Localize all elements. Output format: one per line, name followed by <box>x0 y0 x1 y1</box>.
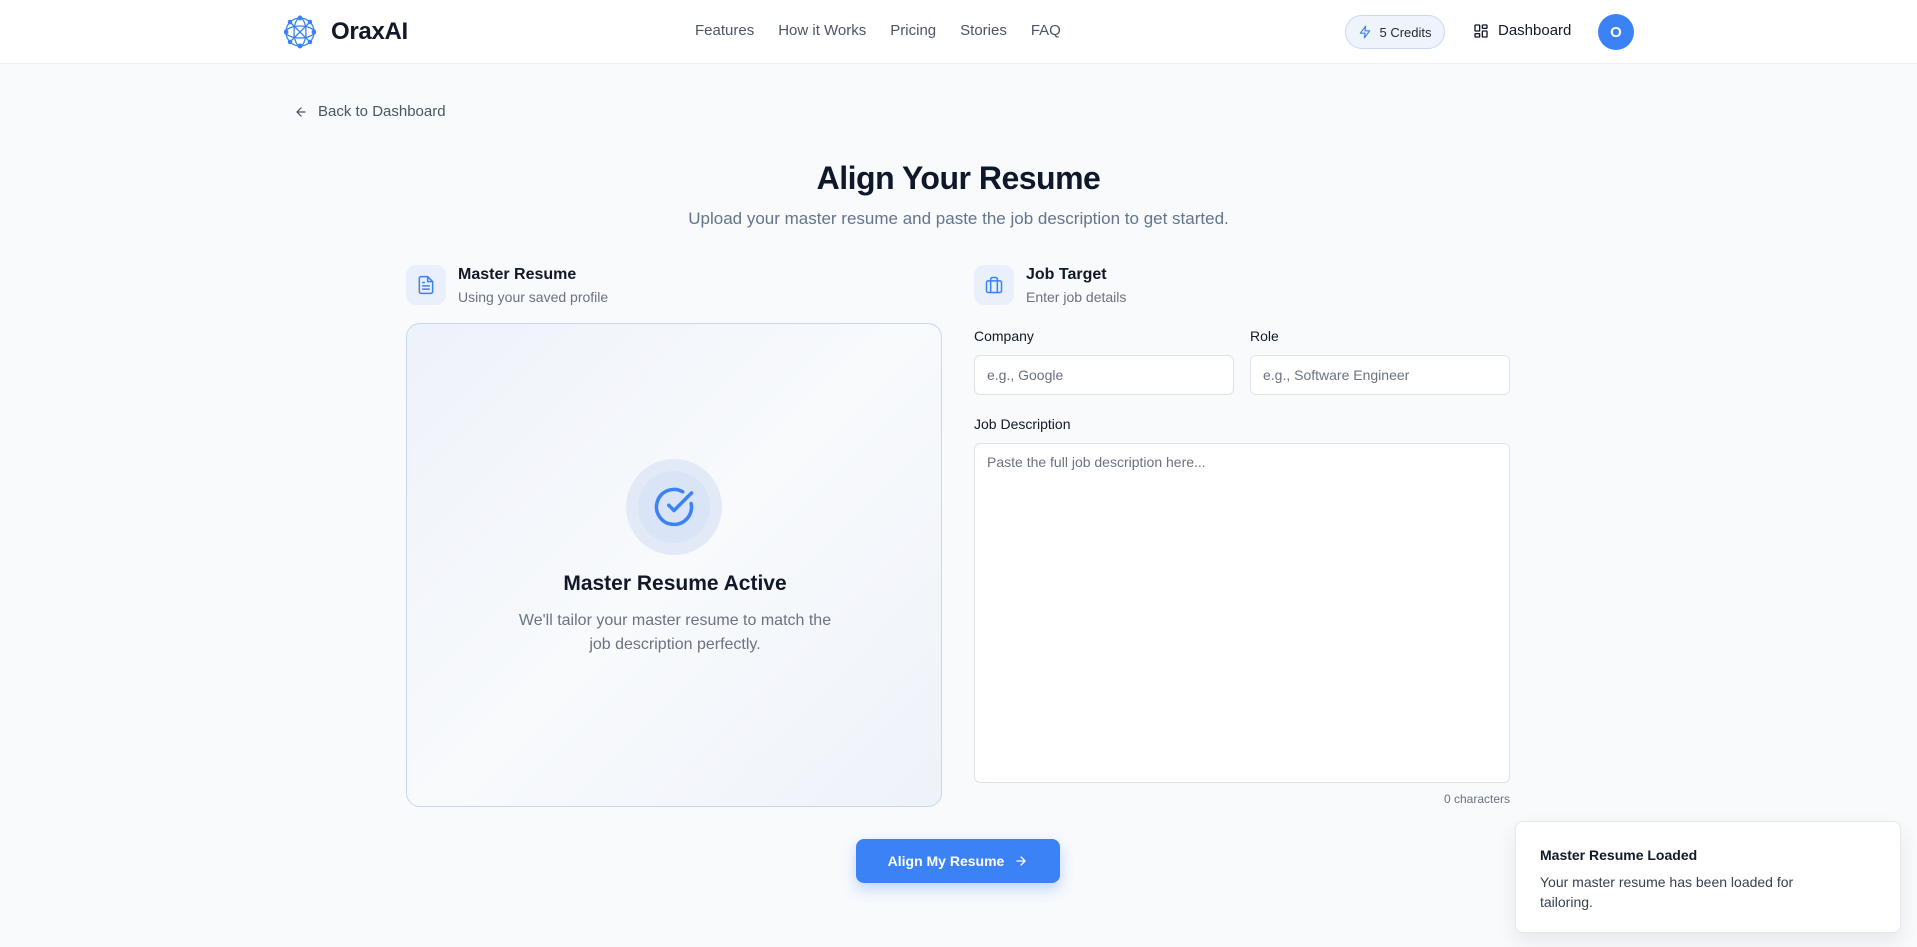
credits-label: 5 Credits <box>1379 24 1432 40</box>
grid-icon <box>1474 23 1488 38</box>
lightning-icon <box>1360 25 1371 39</box>
job-target-subtitle: Enter job details <box>1026 289 1127 305</box>
brand-name: OraxAI <box>331 18 408 45</box>
back-to-dashboard-link[interactable]: Back to Dashboard <box>294 103 446 120</box>
arrow-right-icon <box>1016 856 1027 866</box>
credits-badge[interactable]: 5 Credits <box>1345 15 1445 49</box>
company-label: Company <box>974 328 1034 344</box>
master-resume-header: Master Resume Using your saved profile <box>406 265 608 307</box>
document-icon <box>418 275 434 295</box>
master-resume-active-title: Master Resume Active <box>563 572 787 595</box>
page-subtitle: Upload your master resume and paste the … <box>688 209 1229 228</box>
nav-link-how-it-works[interactable]: How it Works <box>778 22 866 39</box>
job-description-textarea[interactable] <box>974 443 1510 783</box>
nav-link-stories[interactable]: Stories <box>960 22 1007 39</box>
page-title: Align Your Resume <box>816 160 1101 196</box>
align-resume-button-label: Align My Resume <box>887 853 1005 869</box>
nav-link-pricing[interactable]: Pricing <box>890 22 936 39</box>
top-navbar: OraxAI Features How it Works Pricing Sto… <box>0 0 1917 64</box>
master-resume-icon-tile <box>406 265 446 305</box>
job-target-icon-tile <box>974 265 1014 305</box>
company-input[interactable] <box>974 355 1234 395</box>
status-icon-wrap <box>626 459 722 555</box>
network-sphere-icon <box>284 15 316 49</box>
job-target-header: Job Target Enter job details <box>974 265 1126 307</box>
job-description-label: Job Description <box>974 416 1071 432</box>
master-resume-active-description: We'll tailor your master resume to match… <box>518 612 832 653</box>
nav-link-features[interactable]: Features <box>695 22 754 39</box>
arrow-left-icon <box>296 106 306 117</box>
job-target-title: Job Target <box>1026 266 1107 283</box>
main-nav: Features How it Works Pricing Stories FA… <box>695 22 1061 39</box>
master-resume-card: Master Resume Active We'll tailor your m… <box>406 323 942 807</box>
brand-logo[interactable]: OraxAI <box>284 15 408 49</box>
back-link-label: Back to Dashboard <box>318 103 446 120</box>
master-resume-title: Master Resume <box>458 266 577 283</box>
toast-description: Your master resume has been loaded for t… <box>1540 874 1794 910</box>
master-resume-subtitle: Using your saved profile <box>458 289 609 305</box>
role-input[interactable] <box>1250 355 1510 395</box>
briefcase-icon <box>985 276 1003 294</box>
nav-link-faq[interactable]: FAQ <box>1031 22 1061 39</box>
check-circle-icon <box>654 487 694 527</box>
toast-notification[interactable]: Master Resume Loaded Your master resume … <box>1515 821 1901 933</box>
dashboard-label: Dashboard <box>1498 22 1572 39</box>
character-count: 0 characters <box>1443 792 1510 806</box>
user-avatar[interactable]: O <box>1598 14 1634 50</box>
dashboard-link[interactable]: Dashboard <box>1473 22 1571 39</box>
align-resume-button[interactable]: Align My Resume <box>856 839 1060 883</box>
toast-title: Master Resume Loaded <box>1540 847 1698 863</box>
role-label: Role <box>1250 328 1279 344</box>
